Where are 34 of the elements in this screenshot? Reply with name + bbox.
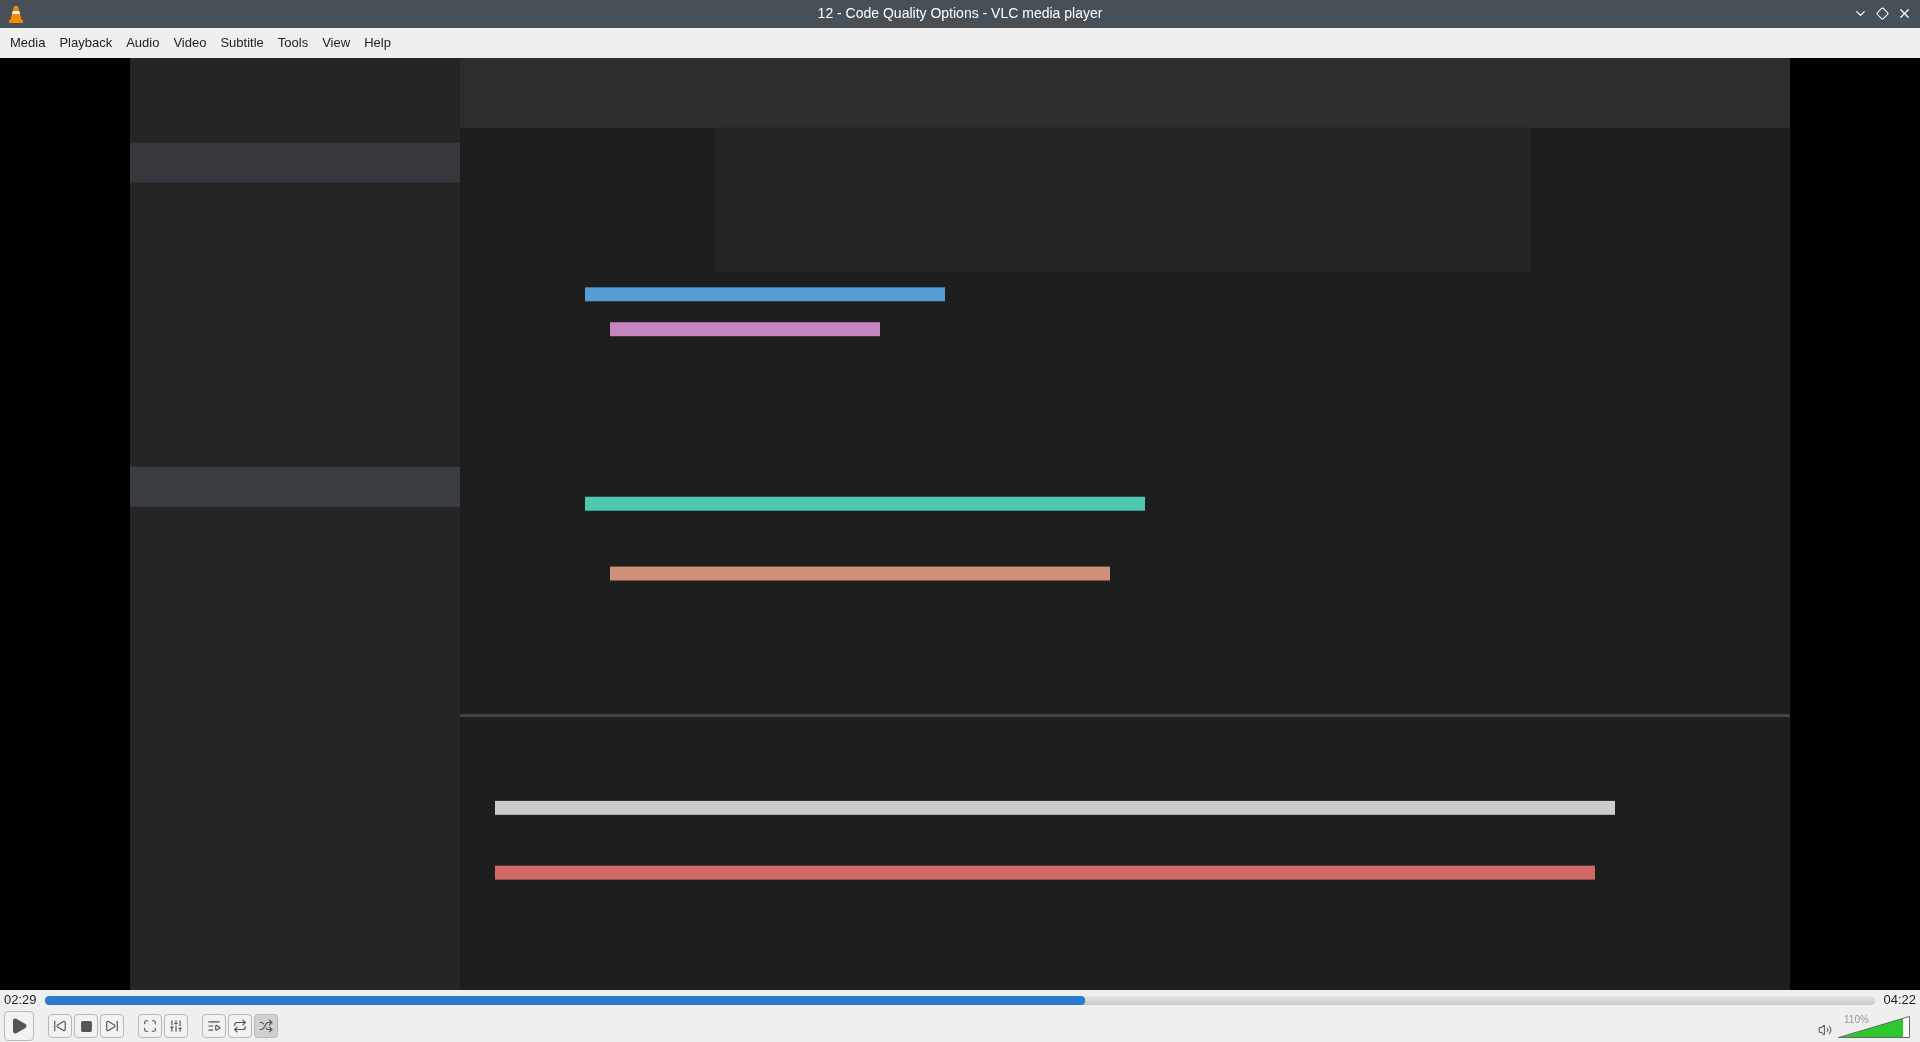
loop-button[interactable] (228, 1014, 252, 1039)
speaker-icon[interactable] (1818, 1023, 1832, 1038)
stop-icon (79, 1019, 93, 1033)
menu-item[interactable]: Playback (53, 33, 119, 53)
playlist-icon (207, 1019, 221, 1034)
playlist-button[interactable] (202, 1014, 226, 1039)
menu-item[interactable]: Audio (120, 33, 166, 53)
sliders-icon (169, 1019, 183, 1034)
play-button[interactable] (4, 1011, 34, 1042)
fullscreen-button[interactable] (138, 1014, 162, 1039)
next-button[interactable] (100, 1014, 124, 1039)
menu-item[interactable]: View (316, 33, 357, 53)
stop-button[interactable] (74, 1014, 98, 1039)
seek-bar[interactable] (44, 995, 1876, 1005)
loop-icon (233, 1019, 247, 1034)
volume-reading: 110% (1844, 1013, 1869, 1028)
next-icon (105, 1019, 119, 1034)
shuffle-icon (259, 1019, 273, 1034)
previous-button[interactable] (48, 1014, 72, 1039)
fullscreen-icon (143, 1019, 157, 1034)
maximize-icon[interactable] (1876, 7, 1889, 21)
menu-item[interactable]: Tools (271, 33, 315, 53)
menu-item[interactable]: Media (4, 33, 52, 53)
window-title: 12 - Code Quality Options - VLC media player (817, 4, 1103, 24)
menu-item[interactable]: Video (167, 33, 213, 53)
menu-item[interactable]: Subtitle (214, 33, 270, 53)
menu-item[interactable]: Help (358, 33, 397, 53)
elapsed-time: 02:29 (4, 991, 37, 1010)
play-icon (10, 1017, 28, 1036)
total-time: 04:22 (1883, 991, 1916, 1010)
shuffle-button[interactable] (254, 1014, 278, 1039)
traffic-cone-icon (8, 4, 24, 23)
sliders-button[interactable] (164, 1014, 188, 1039)
previous-icon (53, 1019, 67, 1034)
